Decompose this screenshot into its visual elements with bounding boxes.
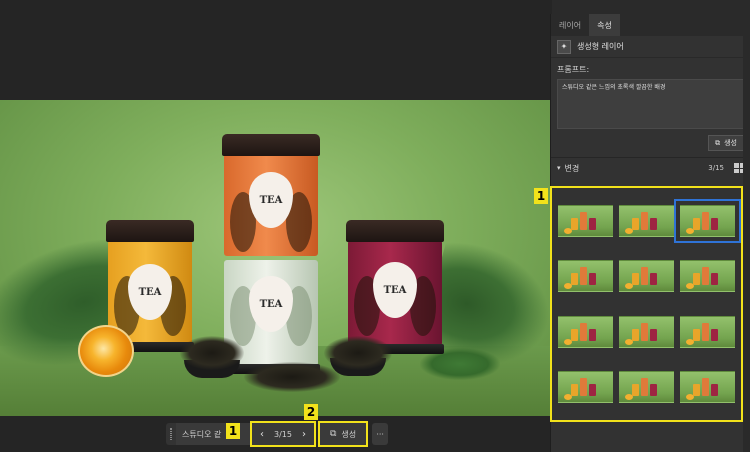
- variation-thumbnail[interactable]: [619, 315, 674, 348]
- panel-generate-label: 생성: [724, 139, 737, 147]
- callout-badge-generate: 2: [304, 404, 318, 420]
- tea-leaves-left: [180, 336, 244, 370]
- variations-label: 변경: [564, 163, 580, 173]
- variation-thumbnail[interactable]: [619, 204, 674, 237]
- layer-name: 생성형 레이어: [577, 42, 624, 51]
- jar-label-text: TEA: [259, 298, 283, 310]
- variations-grid: [550, 186, 743, 422]
- variations-header[interactable]: ▾ 변경 3/15: [551, 158, 750, 178]
- tab-properties[interactable]: 속성: [589, 14, 620, 36]
- jar-label-text: TEA: [383, 284, 407, 296]
- orange-slice: [78, 325, 134, 377]
- chevron-down-icon[interactable]: ▾: [557, 164, 561, 172]
- variation-thumbnail[interactable]: [619, 260, 674, 293]
- tea-jar-yellow: TEA: [106, 220, 194, 352]
- variation-thumbnail[interactable]: [558, 315, 613, 348]
- panel-tabs: 레이어 속성: [551, 14, 750, 36]
- generated-image[interactable]: TEA TEA TEA TEA: [0, 100, 552, 416]
- layer-row: ✦ 생성형 레이어: [551, 36, 750, 58]
- more-options-button[interactable]: ···: [372, 423, 389, 445]
- chevron-left-icon[interactable]: ‹: [260, 429, 264, 440]
- generate-icon: ⧉: [329, 429, 337, 439]
- chevron-right-icon[interactable]: ›: [302, 429, 306, 440]
- tea-jar-orange: TEA: [222, 134, 320, 256]
- generate-button[interactable]: ⧉ 생성: [317, 421, 369, 447]
- tab-layers[interactable]: 레이어: [551, 14, 589, 36]
- top-strip: [552, 0, 750, 14]
- callout-badge-grid: 1: [534, 188, 548, 204]
- variation-thumbnail[interactable]: [619, 371, 674, 404]
- variation-thumbnail[interactable]: [558, 204, 613, 237]
- prompt-label: 프롬프트:: [557, 65, 590, 74]
- panel-edge: [743, 14, 750, 452]
- tea-jar-red: TEA: [346, 220, 444, 354]
- panel-generate-button[interactable]: ⧉ 생성: [708, 135, 744, 151]
- jar-label-text: TEA: [259, 194, 283, 206]
- generate-label: 생성: [341, 429, 357, 439]
- variation-thumbnail[interactable]: [558, 371, 613, 404]
- variation-thumbnail[interactable]: [680, 371, 735, 404]
- contextual-taskbar: 스튜디오 같 ‹ 3/15 › ⧉ 생성 ···: [166, 421, 389, 447]
- generate-row: ⧉ 생성: [551, 129, 750, 158]
- variations-count: 3/15: [708, 164, 724, 172]
- variation-thumbnail[interactable]: [558, 260, 613, 293]
- variation-thumbnail[interactable]: [680, 315, 735, 348]
- drag-handle[interactable]: [166, 423, 176, 445]
- prompt-input[interactable]: 스튜디오 같은 느낌의 초록색 깔끔한 배경: [557, 79, 744, 129]
- variation-thumbnail[interactable]: [680, 260, 735, 293]
- generative-layer-icon: ✦: [557, 39, 571, 54]
- tea-leaves-center: [244, 362, 340, 392]
- variation-thumbnail[interactable]: [674, 198, 741, 243]
- callout-badge-nav: 1: [226, 423, 240, 439]
- page-indicator: 3/15: [274, 429, 292, 439]
- tea-leaves-right: [324, 336, 392, 370]
- variation-navigator: ‹ 3/15 ›: [250, 421, 316, 447]
- generate-icon: ⧉: [715, 138, 721, 147]
- canvas-area: TEA TEA TEA TEA: [0, 0, 552, 452]
- jar-label-text: TEA: [138, 286, 162, 298]
